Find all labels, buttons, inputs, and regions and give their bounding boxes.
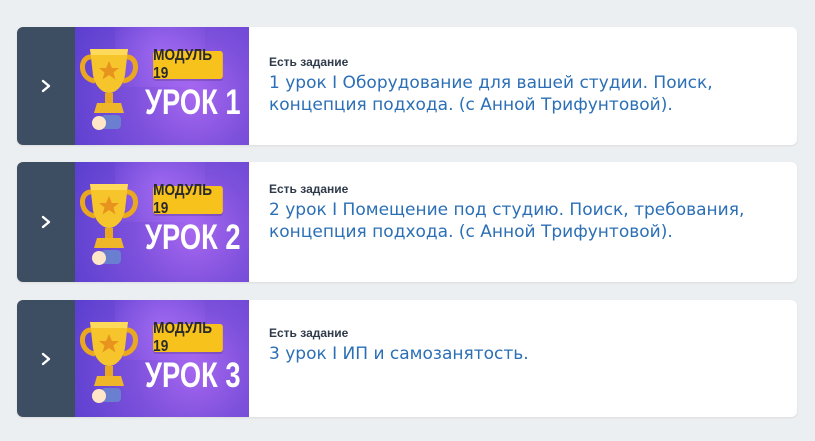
lesson-badge: УРОК 2 bbox=[145, 218, 241, 257]
lesson-badge: УРОК 1 bbox=[145, 83, 241, 122]
module-badge: МОДУЛЬ 19 bbox=[153, 47, 223, 82]
task-label: Есть задание bbox=[269, 326, 349, 340]
lesson-title-link[interactable]: 1 урок I Оборудование для вашей студии. … bbox=[269, 72, 757, 116]
lesson-list: МОДУЛЬ 19 УРОК 1 Есть задание 1 урок I О… bbox=[0, 0, 815, 441]
lesson-thumbnail[interactable]: МОДУЛЬ 19 УРОК 2 bbox=[75, 162, 249, 282]
trophy-icon bbox=[80, 322, 138, 403]
lesson-info: Есть задание 2 урок I Помещение под студ… bbox=[249, 162, 797, 282]
lesson-card[interactable]: МОДУЛЬ 19 УРОК 2 Есть задание 2 урок I П… bbox=[17, 162, 797, 282]
trophy-icon bbox=[80, 49, 138, 130]
task-label: Есть задание bbox=[269, 182, 349, 196]
lesson-info: Есть задание 3 урок I ИП и самозанятость… bbox=[249, 300, 797, 417]
lesson-thumbnail[interactable]: МОДУЛЬ 19 УРОК 1 bbox=[75, 27, 249, 145]
module-badge: МОДУЛЬ 19 bbox=[153, 182, 223, 217]
expand-toggle[interactable] bbox=[17, 27, 75, 145]
lesson-thumbnail[interactable]: МОДУЛЬ 19 УРОК 3 bbox=[75, 300, 249, 417]
lesson-title-link[interactable]: 2 урок I Помещение под студию. Поиск, тр… bbox=[269, 199, 757, 243]
lesson-card[interactable]: МОДУЛЬ 19 УРОК 1 Есть задание 1 урок I О… bbox=[17, 27, 797, 145]
lesson-card[interactable]: МОДУЛЬ 19 УРОК 3 Есть задание 3 урок I И… bbox=[17, 300, 797, 417]
lesson-info: Есть задание 1 урок I Оборудование для в… bbox=[249, 27, 797, 145]
chevron-right-icon bbox=[41, 79, 51, 93]
trophy-icon bbox=[80, 184, 138, 265]
expand-toggle[interactable] bbox=[17, 300, 75, 417]
lesson-badge: УРОК 3 bbox=[145, 356, 241, 395]
task-label: Есть задание bbox=[269, 55, 349, 69]
chevron-right-icon bbox=[41, 215, 51, 229]
chevron-right-icon bbox=[41, 352, 51, 365]
module-badge: МОДУЛЬ 19 bbox=[153, 320, 223, 355]
lesson-title-link[interactable]: 3 урок I ИП и самозанятость. bbox=[269, 343, 757, 365]
expand-toggle[interactable] bbox=[17, 162, 75, 282]
